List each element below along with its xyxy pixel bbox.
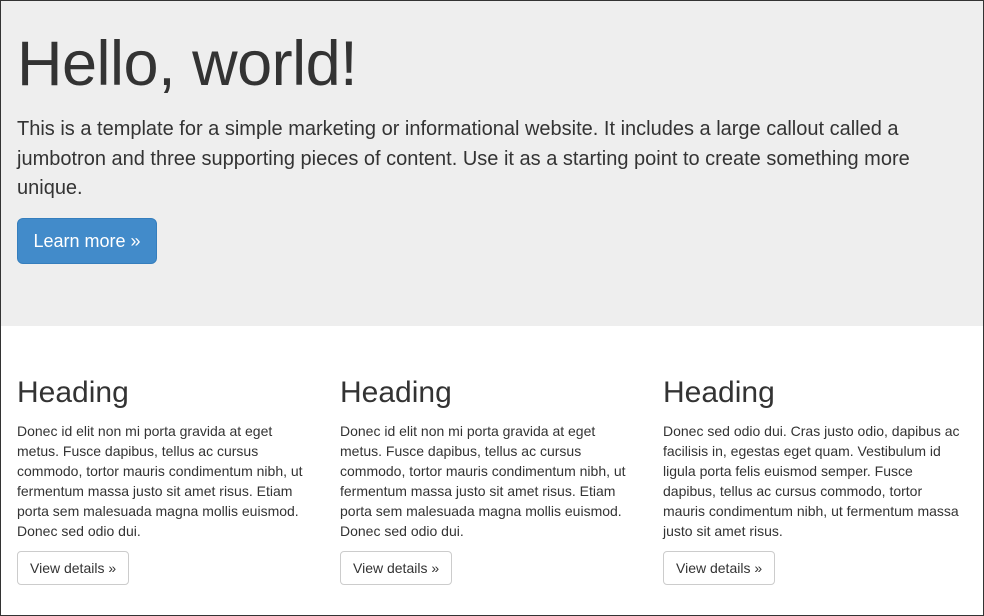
content-column-1: Heading Donec id elit non mi porta gravi… — [17, 375, 317, 585]
column-heading: Heading — [663, 376, 775, 409]
column-heading: Heading — [17, 376, 129, 409]
view-details-button[interactable]: View details » — [663, 551, 776, 585]
view-details-button[interactable]: View details » — [340, 551, 453, 585]
page-title: Hello, world! — [17, 29, 358, 99]
column-body: Donec id elit non mi porta gravida at eg… — [340, 423, 626, 539]
jumbotron: Hello, world! This is a template for a s… — [1, 1, 983, 326]
learn-more-button[interactable]: Learn more » — [17, 218, 157, 264]
column-body: Donec sed odio dui. Cras justo odio, dap… — [663, 423, 960, 539]
column-body: Donec id elit non mi porta gravida at eg… — [17, 423, 303, 539]
content-column-3: Heading Donec sed odio dui. Cras justo o… — [663, 375, 963, 585]
page: Hello, world! This is a template for a s… — [0, 0, 984, 616]
content-column-2: Heading Donec id elit non mi porta gravi… — [340, 375, 640, 585]
column-heading: Heading — [340, 376, 452, 409]
view-details-button[interactable]: View details » — [17, 551, 130, 585]
jumbotron-lead: This is a template for a simple marketin… — [17, 118, 910, 199]
